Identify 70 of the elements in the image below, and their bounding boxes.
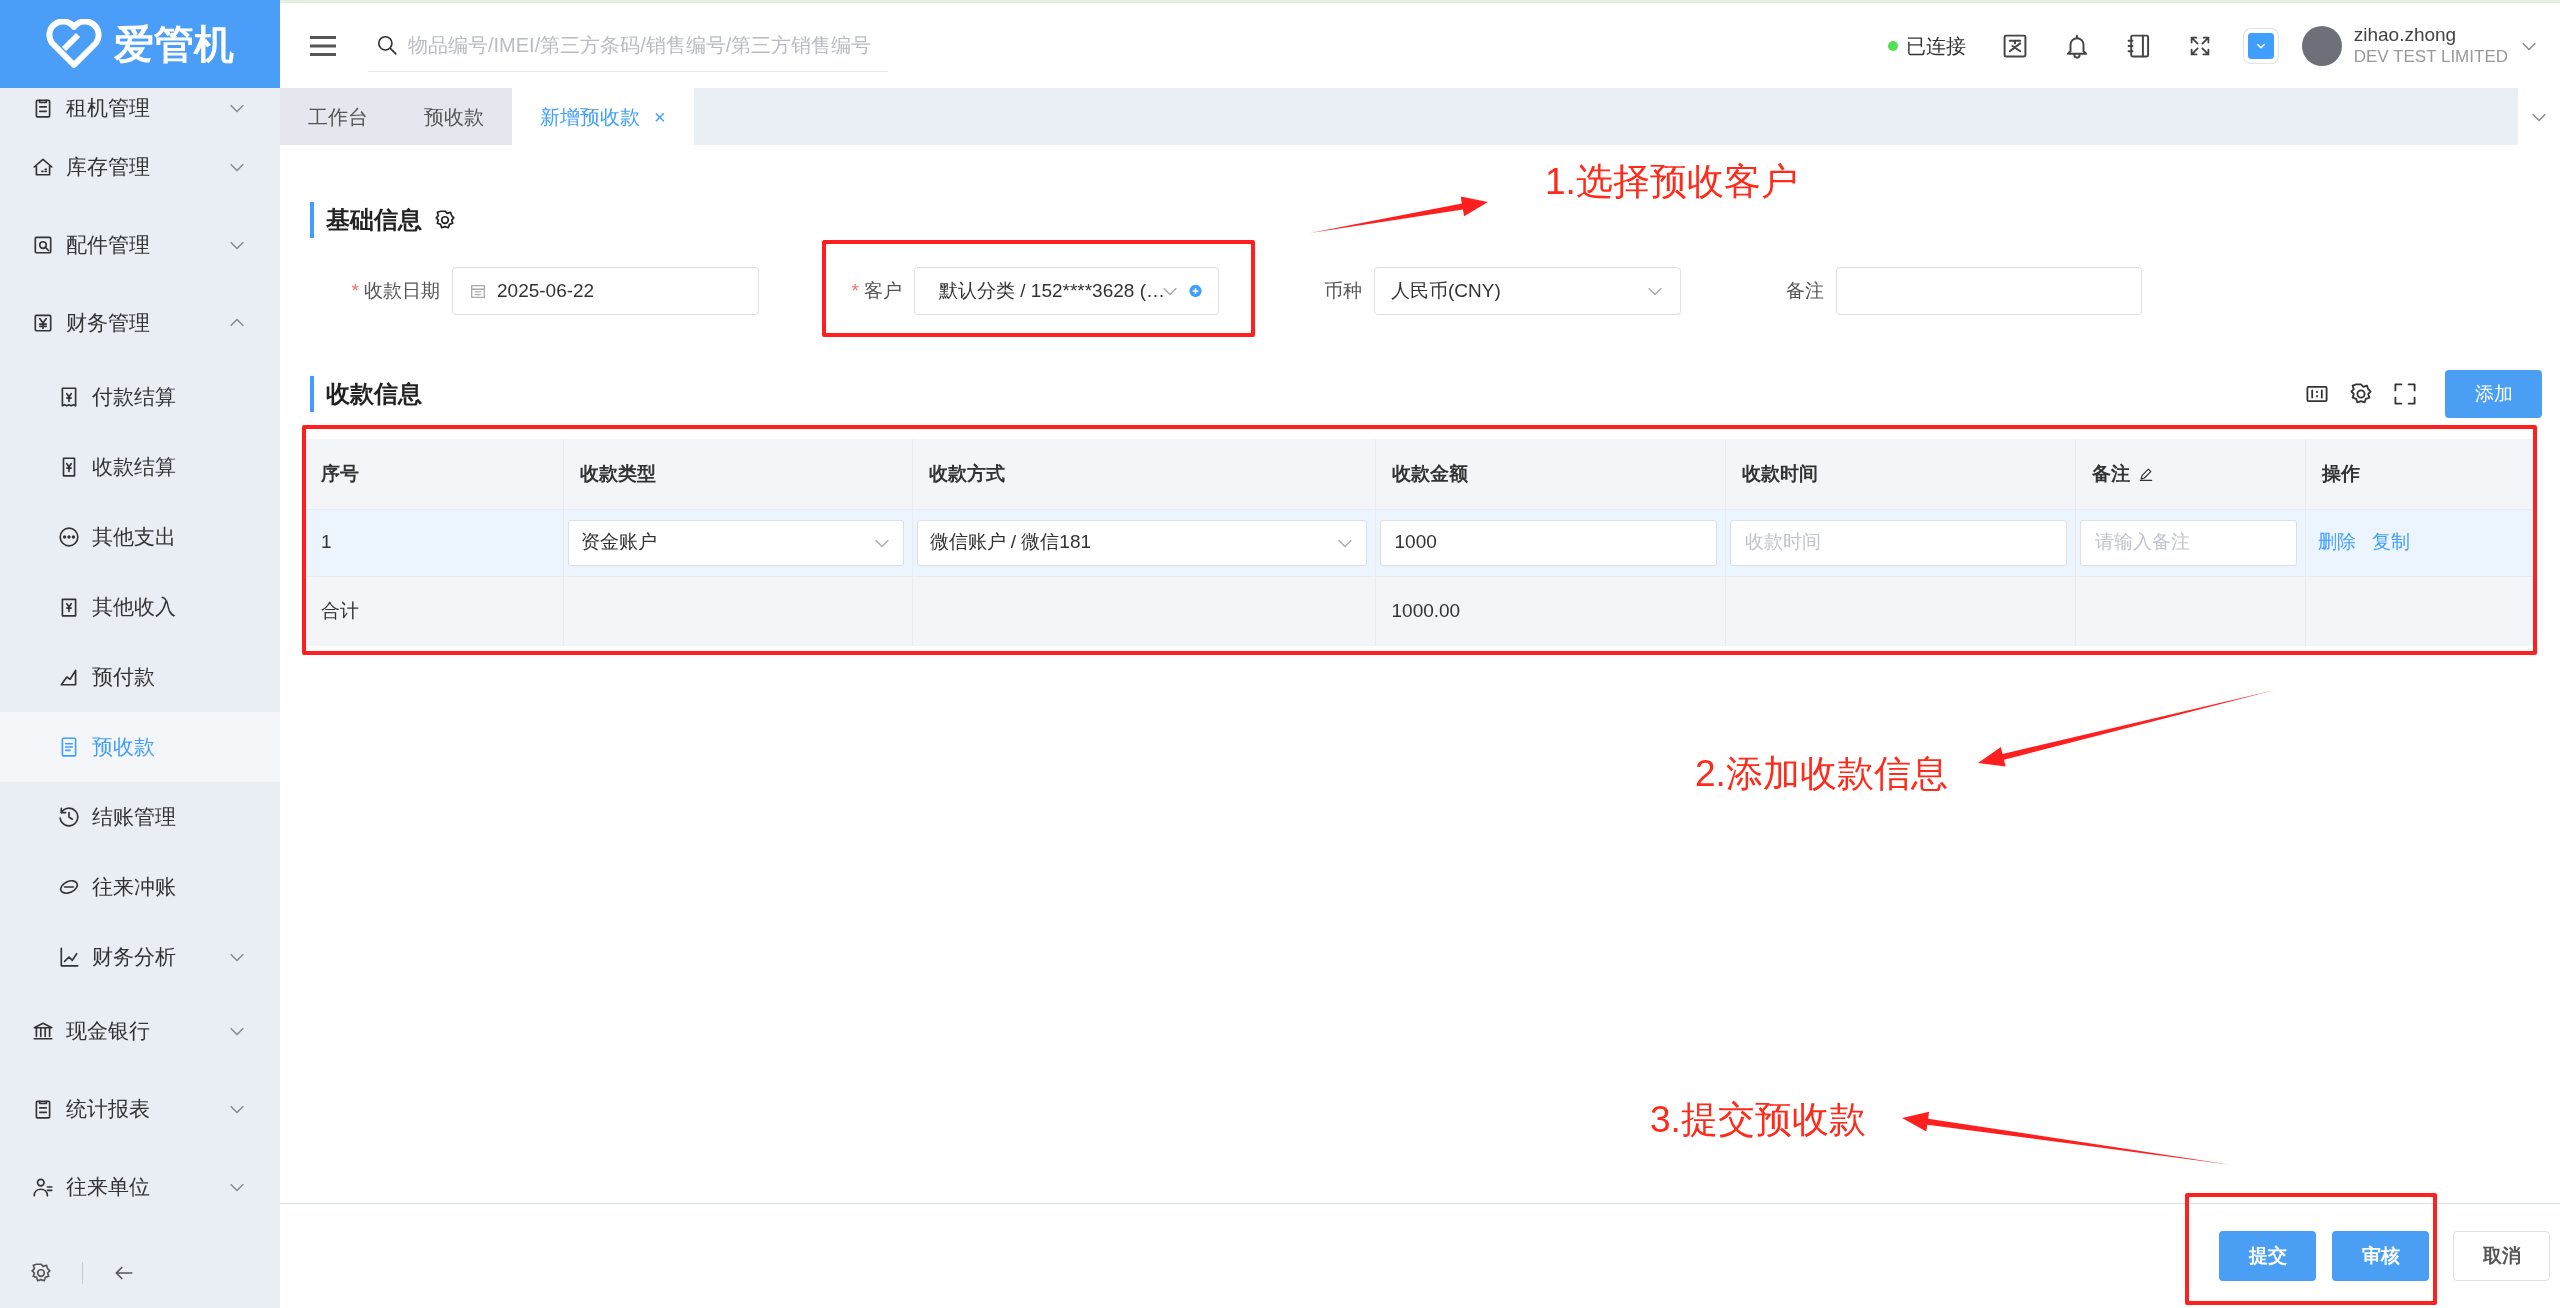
sidebar-submenu-item[interactable]: 其他支出: [0, 501, 280, 572]
translate-icon[interactable]: [2001, 32, 2028, 59]
total-label: 合计: [321, 600, 359, 621]
section-title: 基础信息: [326, 205, 422, 235]
field-label: 备注: [1785, 278, 1824, 303]
sidebar-menu-item[interactable]: 往来单位: [0, 1147, 280, 1226]
heart-logo-icon: [46, 18, 102, 69]
sidebar-submenu-item[interactable]: 收款结算: [0, 431, 280, 502]
logo-text: 爱管机: [114, 20, 234, 68]
select-field[interactable]: 微信账户 / 微信181: [916, 519, 1367, 566]
column-header: 序号: [321, 461, 359, 486]
settings-icon[interactable]: [2349, 382, 2373, 406]
sidebar-submenu-item[interactable]: 其他收入: [0, 571, 280, 642]
section-title: 收款信息: [310, 376, 422, 412]
select-field[interactable]: 人民币(CNY): [1374, 267, 1681, 315]
sidebar-menu-item[interactable]: 财务管理: [0, 283, 280, 362]
plus-icon[interactable]: [1189, 282, 1202, 300]
chart-icon: [58, 945, 80, 968]
tab[interactable]: 预收款: [396, 88, 512, 145]
select-field[interactable]: 默认分类 / 152****3628 (…: [914, 267, 1219, 315]
sidebar-menu-item[interactable]: 配件管理: [0, 205, 280, 284]
annotation-text: 3.提交预收款: [1650, 1098, 1866, 1142]
date-field[interactable]: 2025-06-22: [452, 267, 759, 315]
calendar-icon: [469, 282, 487, 300]
menu-icon[interactable]: [310, 34, 336, 57]
fullscreen-icon[interactable]: [2393, 382, 2417, 406]
avatar[interactable]: [2301, 25, 2342, 66]
table-cell: 1: [321, 531, 332, 553]
sidebar-submenu-item[interactable]: 往来冲账: [0, 851, 280, 922]
sidebar-menu-item[interactable]: 库存管理: [0, 127, 280, 206]
column-header: 操作: [2321, 461, 2360, 486]
input-field: 请输入备注: [2092, 527, 2284, 558]
settings-icon[interactable]: [30, 1262, 52, 1285]
sidebar-menu-item[interactable]: 现金银行: [0, 991, 280, 1070]
tab[interactable]: 工作台: [280, 88, 396, 145]
notebook-icon[interactable]: [2125, 32, 2152, 59]
annotation-text: 2.添加收款信息: [1695, 752, 1948, 796]
dots-circle-icon: [58, 525, 80, 548]
select-field[interactable]: 资金账户: [567, 519, 904, 566]
sidebar-submenu-item[interactable]: 财务分析: [0, 921, 280, 992]
column-header: 收款时间: [1741, 461, 1818, 486]
company-name: DEV TEST LIMITED: [2353, 46, 2508, 68]
sidebar-submenu-item[interactable]: 预付款: [0, 641, 280, 712]
column-header: 收款类型: [579, 461, 656, 486]
input-field[interactable]: [1836, 267, 2142, 315]
input-field: 1000: [1392, 527, 1704, 558]
input-field[interactable]: 收款时间: [1729, 519, 2067, 566]
search-icon: [376, 34, 398, 56]
input-field[interactable]: 1000: [1379, 519, 1717, 566]
yen-icon: [32, 311, 54, 334]
cancel-button[interactable]: 取消: [2453, 1231, 2550, 1281]
field-label: 币种: [1323, 278, 1362, 303]
user-name: zihao.zhong: [2353, 23, 2458, 47]
input-field[interactable]: 请输入备注: [2079, 519, 2297, 566]
total-amount: 1000.00: [1391, 600, 1461, 621]
input-field: 收款时间: [1742, 527, 2054, 558]
gear-icon[interactable]: [434, 209, 456, 231]
column-header: 收款方式: [928, 461, 1005, 486]
annotation-text: 1.选择预收客户: [1545, 160, 1798, 204]
column-header: 收款金额: [1391, 461, 1468, 486]
sidebar-menu-item[interactable]: 租机管理: [0, 87, 280, 128]
sidebar-submenu-item[interactable]: 付款结算: [0, 361, 280, 432]
sidebar-submenu-item[interactable]: 结账管理: [0, 781, 280, 852]
field-label: * 收款日期: [350, 278, 440, 303]
clock-icon: [58, 805, 80, 828]
document-search-icon: [32, 233, 54, 256]
field-label: * 客户: [850, 278, 902, 303]
connection-status: 已连接: [1905, 33, 1966, 59]
column-header: 备注: [2091, 461, 2130, 486]
sidebar-menu-item[interactable]: 统计报表: [0, 1069, 280, 1148]
